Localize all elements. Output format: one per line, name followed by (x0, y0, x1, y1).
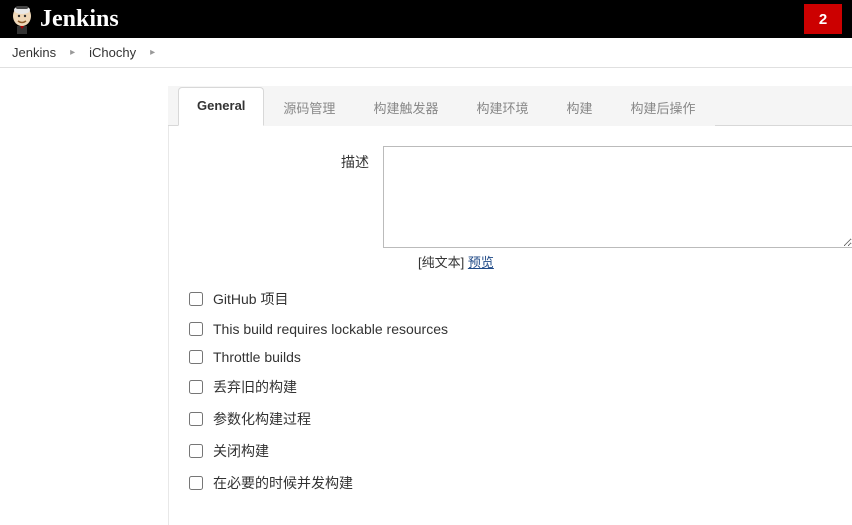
preview-link[interactable]: 预览 (468, 255, 494, 270)
checkbox-lockable-resources[interactable] (189, 322, 203, 336)
checkbox-label: 丢弃旧的构建 (213, 377, 297, 397)
header-bar: Jenkins 2 (0, 0, 852, 38)
checkbox-throttle-builds[interactable] (189, 350, 203, 364)
checkbox-label: 关闭构建 (213, 441, 269, 461)
tab-general[interactable]: General (178, 87, 264, 126)
tab-build[interactable]: 构建 (547, 87, 611, 126)
description-textarea[interactable] (383, 146, 852, 248)
checkbox-label: Throttle builds (213, 349, 301, 365)
checkbox-label: GitHub 项目 (213, 289, 288, 309)
checkbox-label: This build requires lockable resources (213, 321, 448, 337)
notification-badge[interactable]: 2 (804, 4, 842, 34)
plaintext-mode-label: [纯文本] (418, 255, 464, 270)
checkbox-concurrent[interactable] (189, 476, 203, 490)
jenkins-logo[interactable]: Jenkins (8, 3, 119, 35)
main-content: General 源码管理 构建触发器 构建环境 构建 构建后操作 描述 [纯文本… (168, 68, 852, 525)
tab-triggers[interactable]: 构建触发器 (354, 87, 457, 126)
tab-build-env[interactable]: 构建环境 (457, 87, 547, 126)
jenkins-logo-text: Jenkins (40, 6, 119, 33)
breadcrumb-item-jenkins[interactable]: Jenkins (12, 45, 56, 60)
description-label: 描述 (329, 146, 369, 172)
breadcrumb-item-project[interactable]: iChochy (89, 45, 136, 60)
tab-post-build[interactable]: 构建后操作 (611, 87, 714, 126)
description-helper: [纯文本] 预览 (418, 252, 852, 271)
checkbox-label: 在必要的时候并发构建 (213, 473, 353, 493)
sidebar (0, 68, 168, 525)
tab-bar: General 源码管理 构建触发器 构建环境 构建 构建后操作 (168, 86, 852, 126)
checkbox-disable-build[interactable] (189, 444, 203, 458)
chevron-right-icon: ▸ (150, 47, 155, 58)
tab-content-general: 描述 [纯文本] 预览 GitHub 项目 This build require… (168, 126, 852, 525)
checkbox-parameterized[interactable] (189, 412, 203, 426)
checkbox-label: 参数化构建过程 (213, 409, 311, 429)
checkbox-discard-old[interactable] (189, 380, 203, 394)
tab-scm[interactable]: 源码管理 (264, 87, 354, 126)
notification-count: 2 (819, 11, 827, 28)
breadcrumb: Jenkins ▸ iChochy ▸ (0, 38, 852, 68)
chevron-right-icon: ▸ (70, 47, 75, 58)
checkbox-github-project[interactable] (189, 292, 203, 306)
jenkins-icon (8, 3, 36, 35)
